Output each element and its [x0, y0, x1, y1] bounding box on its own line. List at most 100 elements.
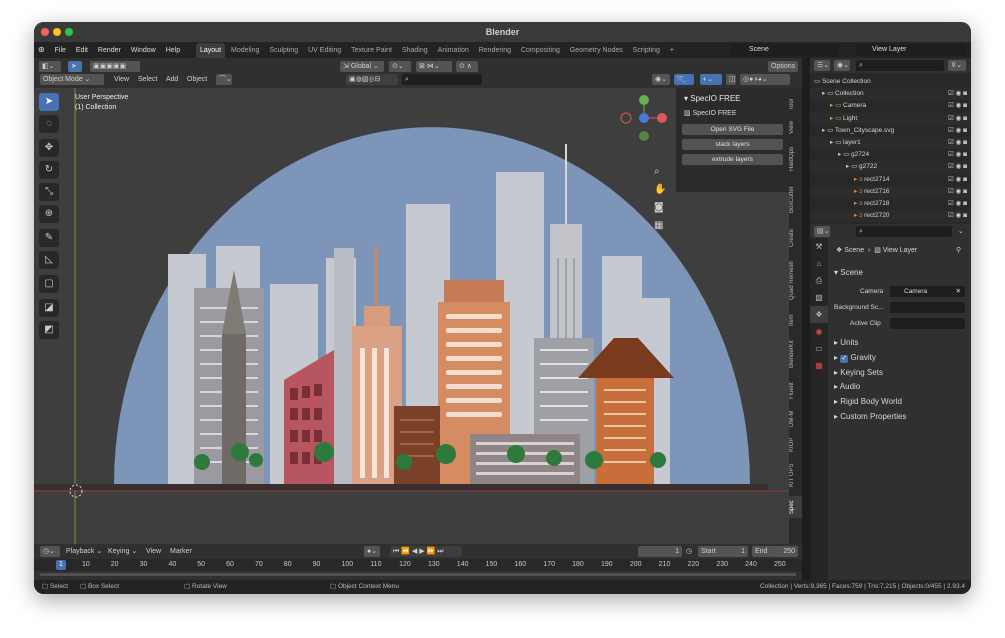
timeline-editor-type-button[interactable]: ◷⌄ [40, 546, 60, 557]
sidebar-tab-kiop[interactable]: KIOP [789, 434, 802, 456]
visibility-toggles-icon[interactable]: ☑ ◉ ◙ [948, 100, 967, 112]
background-scene-field[interactable] [890, 302, 965, 313]
sidebar-tab-dmm[interactable]: DM-M [789, 408, 802, 430]
select-mode-buttons[interactable]: ▣▣▣▣▣ [90, 61, 140, 72]
add-cube-tool[interactable]: ▢ [39, 275, 59, 293]
tab-uv-editing[interactable]: UV Editing [304, 43, 345, 59]
clear-camera-icon[interactable]: ✕ [956, 286, 961, 297]
object-mode-dropdown[interactable]: Object Mode ⌄ [40, 74, 104, 85]
rigid-body-world-panel[interactable]: ▸ Rigid Body World [834, 397, 902, 406]
visibility-toggles-icon[interactable]: ☑ ◉ ◙ [948, 174, 967, 186]
outliner-filter-button[interactable]: ⊽⌄ [948, 60, 966, 71]
properties-editor-type-button[interactable]: ▤⌄ [814, 226, 830, 237]
outliner-row[interactable]: ▸ ↄ rect2716 ☑ ◉ ◙ [810, 185, 971, 198]
minimize-window-button[interactable] [53, 28, 61, 36]
sidebar-tab-hardops[interactable]: HardOps [789, 144, 802, 174]
move-tool[interactable]: ✥ [39, 139, 59, 157]
outliner-row[interactable]: ▸ ↄ rect2718 ☑ ◉ ◙ [810, 198, 971, 210]
extrude-layers-button[interactable]: extrude layers [682, 154, 783, 165]
sidebar-tab-item[interactable]: Item [789, 310, 802, 330]
hardops-tool[interactable]: ◩ [39, 321, 59, 339]
timeline-scrollbar[interactable] [40, 573, 796, 576]
visibility-toggles-icon[interactable]: ☑ ◉ ◙ [948, 125, 967, 137]
outliner-editor-type-button[interactable]: ☰⌄ [814, 60, 830, 71]
tab-texture-paint[interactable]: Texture Paint [347, 43, 396, 59]
vp-menu-object[interactable]: Object [187, 74, 207, 85]
properties-options-icon[interactable]: ⌄ [958, 226, 964, 237]
outliner-row[interactable]: ▸ ↄ rect2720 ☑ ◉ ◙ [810, 210, 971, 223]
camera-field[interactable]: Camera ✕ [890, 286, 965, 297]
scene-selector[interactable]: Scene [731, 44, 839, 56]
texture-props-tab-icon[interactable]: ▦ [810, 357, 828, 374]
vp-menu-view[interactable]: View [114, 74, 129, 85]
tab-animation[interactable]: Animation [434, 43, 473, 59]
menu-window[interactable]: Window [127, 43, 160, 59]
close-window-button[interactable] [41, 28, 49, 36]
pivot-dropdown[interactable]: ⊙⌄ [389, 61, 411, 72]
gizmo-toggle[interactable]: ⤧⌄ [674, 74, 694, 85]
outliner-row[interactable]: ▸ ▭ Camera ☑ ◉ ◙ [810, 100, 971, 112]
view-layer-props-tab-icon[interactable]: ▧ [810, 289, 828, 306]
vp-menu-select[interactable]: Select [138, 74, 157, 85]
tab-rendering[interactable]: Rendering [475, 43, 515, 59]
menu-help[interactable]: Help [162, 43, 184, 59]
sidebar-tab-blenderkit[interactable]: BlenderKit [789, 334, 802, 374]
stack-layers-button[interactable]: stack layers [682, 139, 783, 150]
units-panel[interactable]: ▸ Units [834, 338, 858, 347]
rotate-tool[interactable]: ↻ [39, 161, 59, 179]
menu-file[interactable]: File [51, 43, 70, 59]
timeline-menu-view[interactable]: View [146, 546, 161, 557]
options-dropdown[interactable]: Options ⌄ [768, 61, 798, 81]
maximize-window-button[interactable] [65, 28, 73, 36]
shading-mode-buttons[interactable]: ▣◍▧◎⊟ [346, 74, 398, 85]
view-layer-selector[interactable]: View Layer [856, 44, 966, 56]
snap-dropdown[interactable]: ⊠ ⋈⌄ [416, 61, 452, 72]
visibility-toggles-icon[interactable]: ☑ ◉ ◙ [948, 137, 967, 149]
scene-props-tab-icon[interactable]: ❖ [810, 306, 828, 323]
timeline-menu-playback[interactable]: Playback ⌄ [66, 546, 102, 557]
tab-scripting[interactable]: Scripting [629, 43, 664, 59]
outliner-row[interactable]: ▸ ▭ g2724 ☑ ◉ ◙ [810, 149, 971, 161]
visibility-toggles-icon[interactable]: ☑ ◉ ◙ [948, 88, 967, 100]
blender-logo-icon[interactable]: ⊛ [34, 42, 49, 58]
ortho-toggle-icon[interactable]: ▦ [654, 220, 663, 231]
current-frame-field[interactable]: 1 [638, 546, 682, 557]
camera-view-icon[interactable]: ◙ [654, 202, 664, 213]
start-frame-field[interactable]: Start 1 [698, 546, 748, 557]
viewport-search-input[interactable]: ⌕ [402, 74, 482, 85]
visibility-toggles-icon[interactable]: ☑ ◉ ◙ [948, 149, 967, 161]
annotate-tool[interactable]: ✎ [39, 229, 59, 247]
pin-icon[interactable]: ⚲ [956, 245, 961, 256]
render-props-tab-icon[interactable]: ⌂ [810, 255, 828, 272]
open-svg-file-button[interactable]: Open SVG File [682, 124, 783, 135]
tool-props-tab-icon[interactable]: ⚒ [810, 238, 828, 255]
sidebar-tab-fluent[interactable]: Fluent [789, 378, 802, 404]
keying-sets-panel[interactable]: ▸ Keying Sets [834, 368, 883, 377]
xray-toggle[interactable]: ◫ [726, 74, 736, 85]
outliner-row[interactable]: ▭ Scene Collection [810, 76, 971, 88]
tab-layout[interactable]: Layout [196, 43, 226, 59]
outliner-row[interactable]: ▸ ▭ g2722 ☑ ◉ ◙ [810, 161, 971, 174]
scene-panel-header[interactable]: ▾ Scene [834, 268, 863, 277]
audio-panel[interactable]: ▸ Audio [834, 382, 860, 391]
auto-keying-toggle[interactable]: ●⌄ [364, 546, 380, 557]
timeline-menu-marker[interactable]: Marker [170, 546, 192, 557]
tab-compositing[interactable]: Compositing [517, 43, 564, 59]
viewport-shading-buttons[interactable]: ◎●◑◕⌄ [740, 74, 790, 85]
add-workspace-button[interactable]: + [666, 43, 678, 59]
sidebar-tab-quad-remesh[interactable]: Quad Remesh [789, 256, 802, 306]
measure-tool[interactable]: ◺ [39, 251, 59, 269]
custom-properties-panel[interactable]: ▸ Custom Properties [834, 412, 907, 421]
navigation-gizmo[interactable] [620, 95, 667, 141]
transform-tool[interactable]: ⊕ [39, 205, 59, 223]
gravity-panel[interactable]: ▸ ✓ Gravity [834, 353, 876, 363]
outliner-row[interactable]: ▸ ↄ rect2714 ☑ ◉ ◙ [810, 174, 971, 186]
overlay-toggle[interactable]: ◐⌄ [700, 74, 722, 85]
output-props-tab-icon[interactable]: ⎙ [810, 272, 828, 289]
transform-orientation-dropdown[interactable]: ⇲ Global ⌄ [340, 61, 384, 72]
outliner-row[interactable]: ▸ ▭ layer1 ☑ ◉ ◙ [810, 137, 971, 149]
timeline-ruler[interactable]: 1 10 20 30 40 50 60 70 80 90 100 110 120 130 140 150 160… [34, 559, 802, 571]
playback-controls[interactable]: ⏮ ⏪ ◀ ▶ ⏩ ⏭ [390, 546, 462, 557]
select-box-tool[interactable]: ➤ [39, 93, 59, 111]
visibility-toggles-icon[interactable]: ☑ ◉ ◙ [948, 113, 967, 125]
